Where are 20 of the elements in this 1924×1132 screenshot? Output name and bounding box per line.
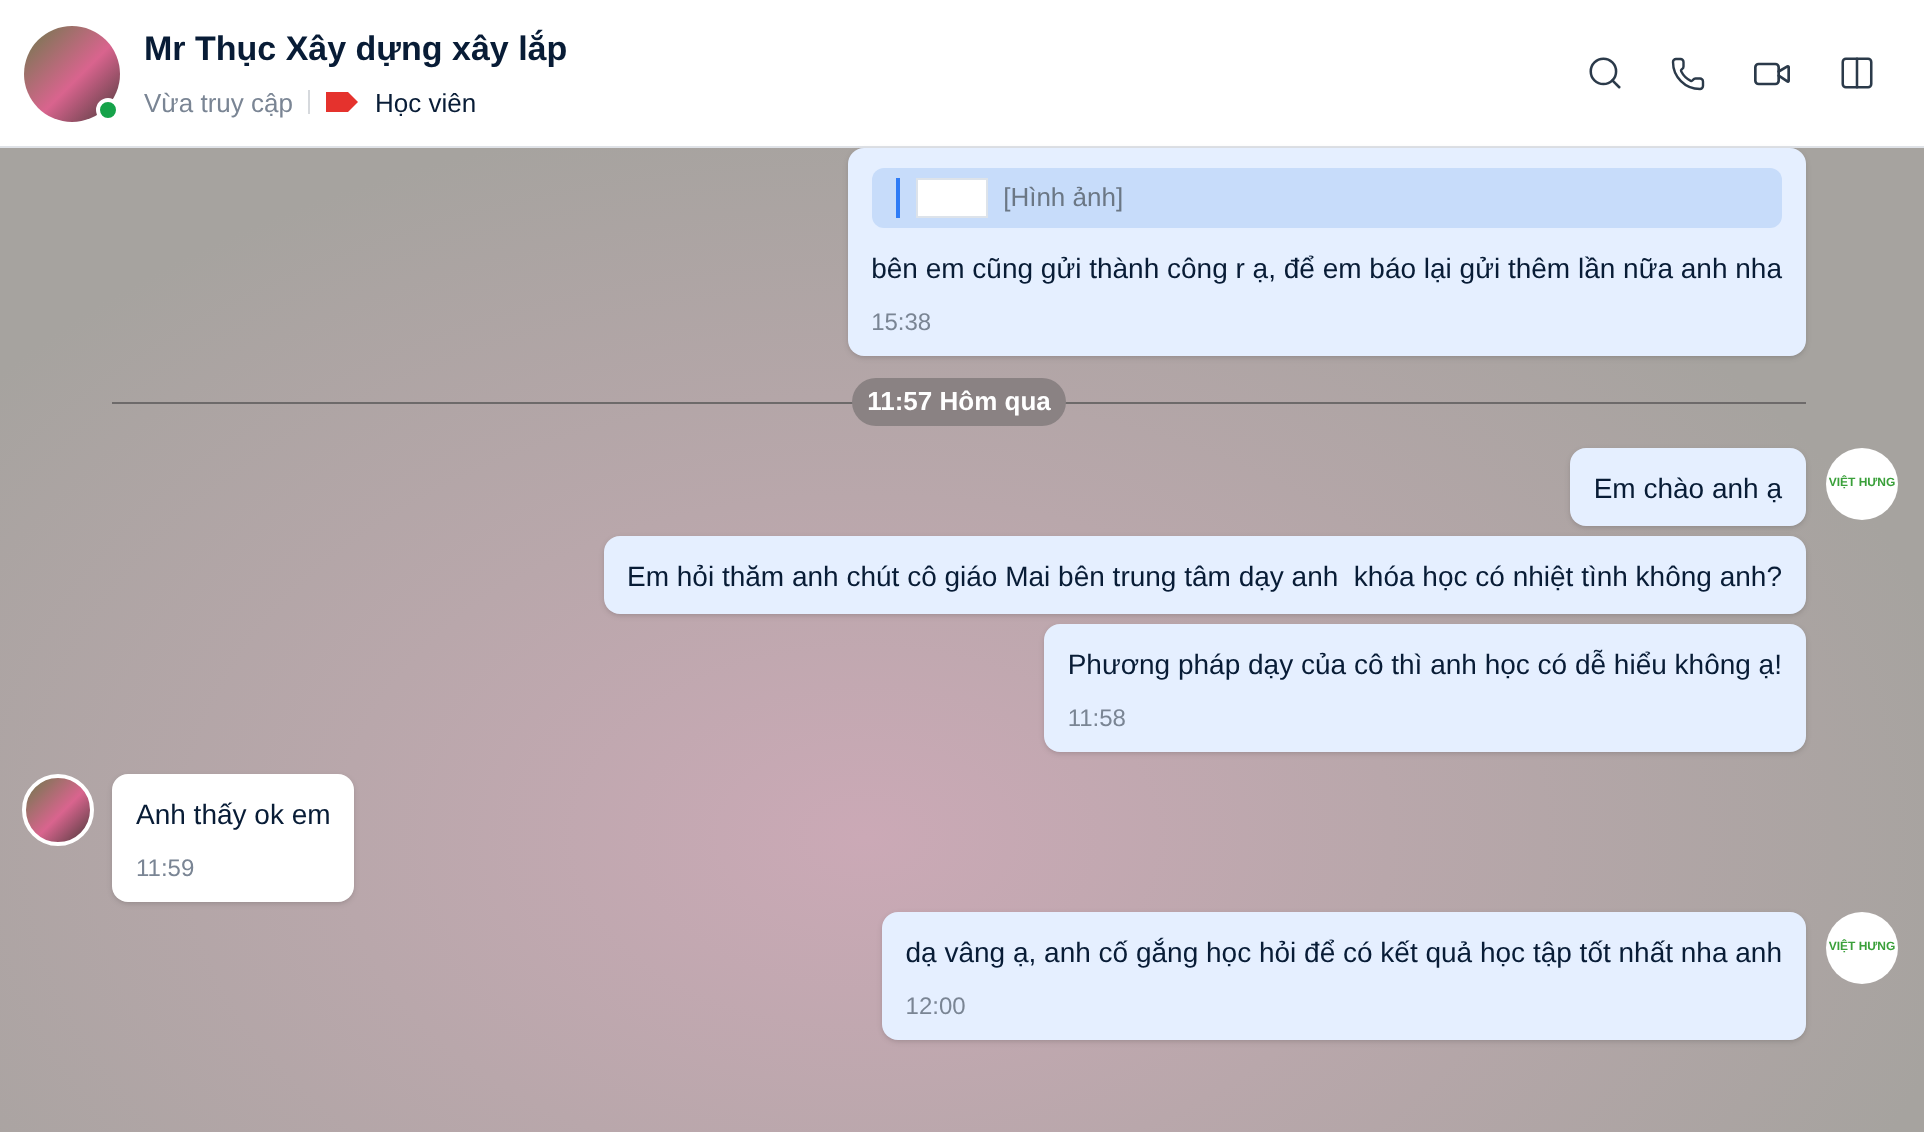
message-time: 12:00 bbox=[905, 989, 968, 1021]
image-thumbnail bbox=[915, 178, 988, 218]
message-text: Phương pháp dạy của cô thì anh học có dễ hiểu không ạ! bbox=[1067, 645, 1782, 683]
message-time: 15:38 bbox=[871, 306, 934, 338]
panel-icon bbox=[1837, 54, 1875, 92]
message-text: bên em cũng gửi thành công r ạ, để em báo lại gửi thêm lần nữa anh nha bbox=[871, 250, 1782, 288]
message-time: 11:58 bbox=[1067, 701, 1128, 733]
status-text: Vừa truy cập bbox=[144, 85, 293, 122]
contact-avatar bbox=[24, 25, 120, 121]
message-text: Em chào anh ạ bbox=[1593, 469, 1782, 507]
message-text: Anh thấy ok em bbox=[136, 795, 331, 833]
quote-caption: [Hình ảnh] bbox=[1003, 180, 1124, 217]
search-icon bbox=[1585, 54, 1623, 92]
date-divider-label: 11:57 Hôm qua bbox=[851, 378, 1067, 425]
contact-name: Mr Thục Xây dựng xây lắp bbox=[144, 27, 568, 72]
phone-icon bbox=[1670, 55, 1706, 91]
message-time: 11:59 bbox=[136, 851, 197, 883]
message-text: dạ vâng ạ, anh cố gắng học hỏi để có kết quả học tập tốt nhất nha anh bbox=[905, 933, 1782, 971]
message-text: Em hỏi thăm anh chút cô giáo Mai bên trung tâm dạy anh khóa học có nhiệt tình không anh? bbox=[627, 557, 1782, 595]
tag-label: Học viên bbox=[374, 85, 477, 121]
